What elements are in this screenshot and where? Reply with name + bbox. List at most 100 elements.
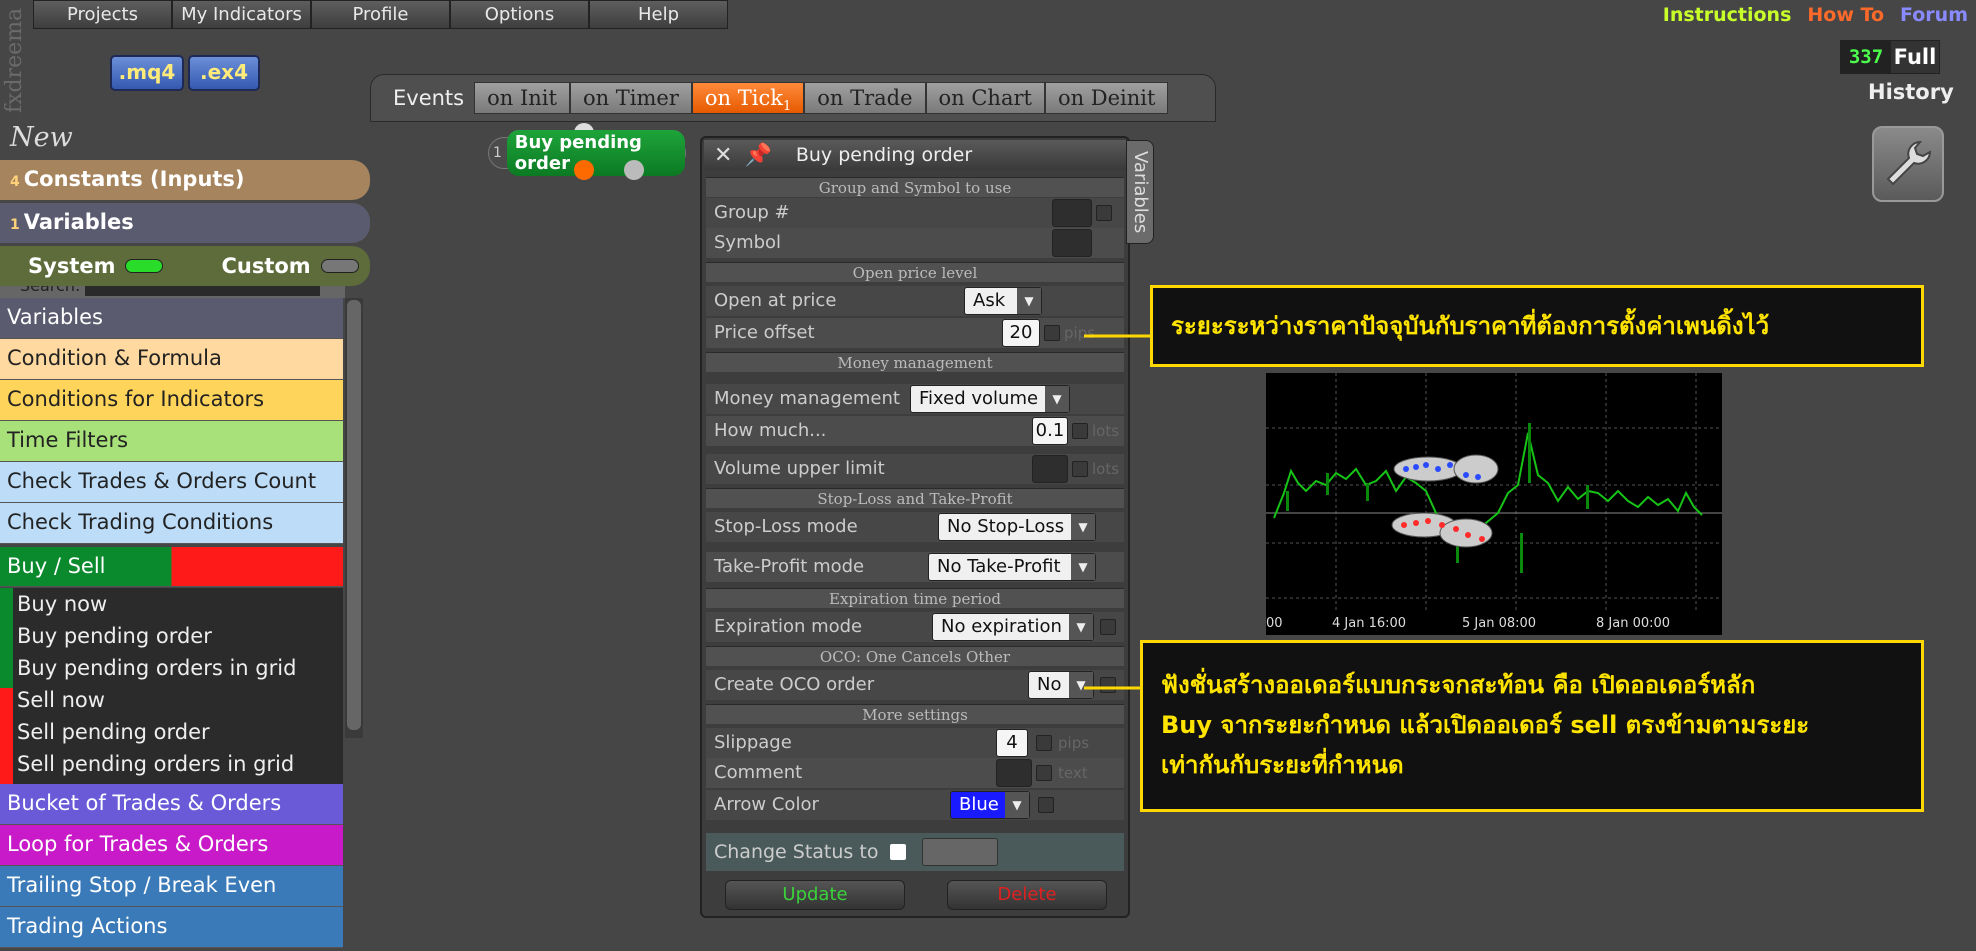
sidebar-scroll-thumb[interactable] <box>347 300 361 730</box>
cat-buy-sell[interactable]: Buy / Sell <box>0 547 343 587</box>
sl-value: No Stop-Loss <box>947 516 1065 537</box>
custom-label: Custom <box>221 254 311 278</box>
arrow-color-checkbox[interactable] <box>1038 797 1054 813</box>
close-icon[interactable]: ✕ <box>714 143 732 168</box>
menu-help[interactable]: Help <box>589 0 728 29</box>
cat-time-filters[interactable]: Time Filters <box>0 421 343 462</box>
vol-upper-input[interactable] <box>1032 455 1068 483</box>
node-output-grey[interactable] <box>624 160 644 180</box>
section-more: More settings <box>706 704 1124 724</box>
top-links: Instructions How To Forum <box>1663 4 1968 26</box>
tab-on-timer[interactable]: on Timer <box>569 82 692 114</box>
menu-options[interactable]: Options <box>450 0 589 29</box>
variables-label: Variables <box>23 210 134 234</box>
chart-axis-label-1: 4 Jan 16:00 <box>1332 616 1406 631</box>
slippage-label: Slippage <box>714 732 792 753</box>
search-label: Search: <box>20 286 80 295</box>
mq4-button[interactable]: .mq4 <box>110 55 184 91</box>
buy-side-bar <box>0 588 13 698</box>
status-select[interactable] <box>922 838 998 866</box>
mm-value: Fixed volume <box>919 388 1039 409</box>
history-link[interactable]: History <box>1868 80 1954 104</box>
cat-trailing[interactable]: Trailing Stop / Break Even <box>0 866 343 907</box>
system-custom-toggle: System Custom <box>0 246 370 286</box>
row-how-much: How much... 0.1 lots <box>706 416 1124 446</box>
oco-label: Create OCO order <box>714 674 875 695</box>
cat-loop[interactable]: Loop for Trades & Orders <box>0 825 343 866</box>
tab-on-trade[interactable]: on Trade <box>804 82 926 114</box>
dialog-titlebar[interactable]: ✕ 📌 Buy pending order <box>704 140 1126 170</box>
status-checkbox[interactable] <box>890 844 906 860</box>
row-takeprofit: Take-Profit mode No Take-Profit ▼ <box>706 552 1124 582</box>
forum-link[interactable]: Forum <box>1900 4 1968 26</box>
howmuch-input[interactable]: 0.1 <box>1032 417 1068 445</box>
pin-icon[interactable]: 📌 <box>744 143 771 168</box>
section-open-price: Open price level <box>706 262 1124 282</box>
cat-check-trading-conditions[interactable]: Check Trading Conditions <box>0 503 343 544</box>
row-group: Group # <box>706 198 1124 228</box>
price-chart-image: 00 4 Jan 16:00 5 Jan 08:00 8 Jan 00:00 <box>1266 373 1722 635</box>
main-menu: Projects My Indicators Profile Options H… <box>33 0 728 29</box>
offset-checkbox[interactable] <box>1044 325 1060 341</box>
cat-trading-actions[interactable]: Trading Actions <box>0 907 343 948</box>
menu-profile[interactable]: Profile <box>311 0 450 29</box>
tools-button[interactable] <box>1872 126 1944 202</box>
variables-tab[interactable]: Variables <box>1126 140 1154 244</box>
variables-button[interactable]: 1 Variables <box>0 203 370 243</box>
search-input[interactable] <box>85 286 320 296</box>
cat-check-trades-count[interactable]: Check Trades & Orders Count <box>0 462 343 503</box>
tab-on-chart[interactable]: on Chart <box>925 82 1045 114</box>
project-counter[interactable]: 337 Full <box>1840 40 1940 74</box>
constants-button[interactable]: 4 Constants (Inputs) <box>0 160 370 200</box>
slippage-checkbox[interactable] <box>1036 735 1052 751</box>
exp-value: No expiration <box>941 616 1062 637</box>
cat-variables[interactable]: Variables <box>0 298 343 339</box>
howto-link[interactable]: How To <box>1807 4 1884 26</box>
comment-checkbox[interactable] <box>1036 765 1052 781</box>
comment-input[interactable] <box>996 759 1032 787</box>
cat-bucket[interactable]: Bucket of Trades & Orders <box>0 784 343 825</box>
tab-on-tick-label: on Tick <box>704 86 783 110</box>
wrench-icon <box>1886 140 1932 186</box>
tp-select[interactable]: No Take-Profit ▼ <box>928 553 1096 581</box>
item-sell-now[interactable]: Sell now <box>13 684 343 716</box>
update-button[interactable]: Update <box>725 880 905 910</box>
slippage-input[interactable]: 4 <box>996 729 1028 757</box>
tab-on-init[interactable]: on Init <box>474 82 570 114</box>
item-sell-pending-grid[interactable]: Sell pending orders in grid <box>13 748 343 780</box>
group-input[interactable] <box>1052 199 1092 227</box>
row-open-at: Open at price Ask ▼ <box>706 286 1124 316</box>
system-toggle[interactable] <box>125 259 164 273</box>
cat-conditions-indicators[interactable]: Conditions for Indicators <box>0 380 343 421</box>
cat-condition-formula[interactable]: Condition & Formula <box>0 339 343 380</box>
arrow-color-select[interactable]: Blue ▼ <box>950 791 1030 819</box>
sl-select[interactable]: No Stop-Loss ▼ <box>938 513 1096 541</box>
item-buy-pending[interactable]: Buy pending order <box>13 620 343 652</box>
events-bar: Events on Init on Timer on Tick1 on Trad… <box>370 74 1216 122</box>
node-output-orange[interactable] <box>574 160 594 180</box>
ex4-button[interactable]: .ex4 <box>188 55 260 91</box>
open-at-select[interactable]: Ask ▼ <box>964 287 1042 315</box>
row-comment: Comment text <box>706 758 1124 788</box>
offset-input[interactable]: 20 <box>1002 319 1040 347</box>
item-sell-pending[interactable]: Sell pending order <box>13 716 343 748</box>
row-price-offset: Price offset 20 pips <box>706 318 1124 348</box>
tab-on-tick[interactable]: on Tick1 <box>691 82 805 114</box>
slippage-unit: pips <box>1058 734 1090 752</box>
sl-label: Stop-Loss mode <box>714 516 858 537</box>
menu-projects[interactable]: Projects <box>33 0 172 29</box>
item-buy-now[interactable]: Buy now <box>13 588 343 620</box>
symbol-input[interactable] <box>1052 229 1092 257</box>
instructions-link[interactable]: Instructions <box>1663 4 1792 26</box>
menu-my-indicators[interactable]: My Indicators <box>172 0 311 29</box>
delete-button[interactable]: Delete <box>947 880 1107 910</box>
custom-toggle[interactable] <box>320 259 359 273</box>
exp-select[interactable]: No expiration ▼ <box>932 613 1094 641</box>
vol-upper-label: Volume upper limit <box>714 458 885 479</box>
item-buy-pending-grid[interactable]: Buy pending orders in grid <box>13 652 343 684</box>
events-label: Events <box>393 86 465 110</box>
group-checkbox[interactable] <box>1096 205 1112 221</box>
mm-select[interactable]: Fixed volume ▼ <box>910 385 1070 413</box>
system-label: System <box>28 254 116 278</box>
tab-on-deinit[interactable]: on Deinit <box>1044 82 1169 114</box>
